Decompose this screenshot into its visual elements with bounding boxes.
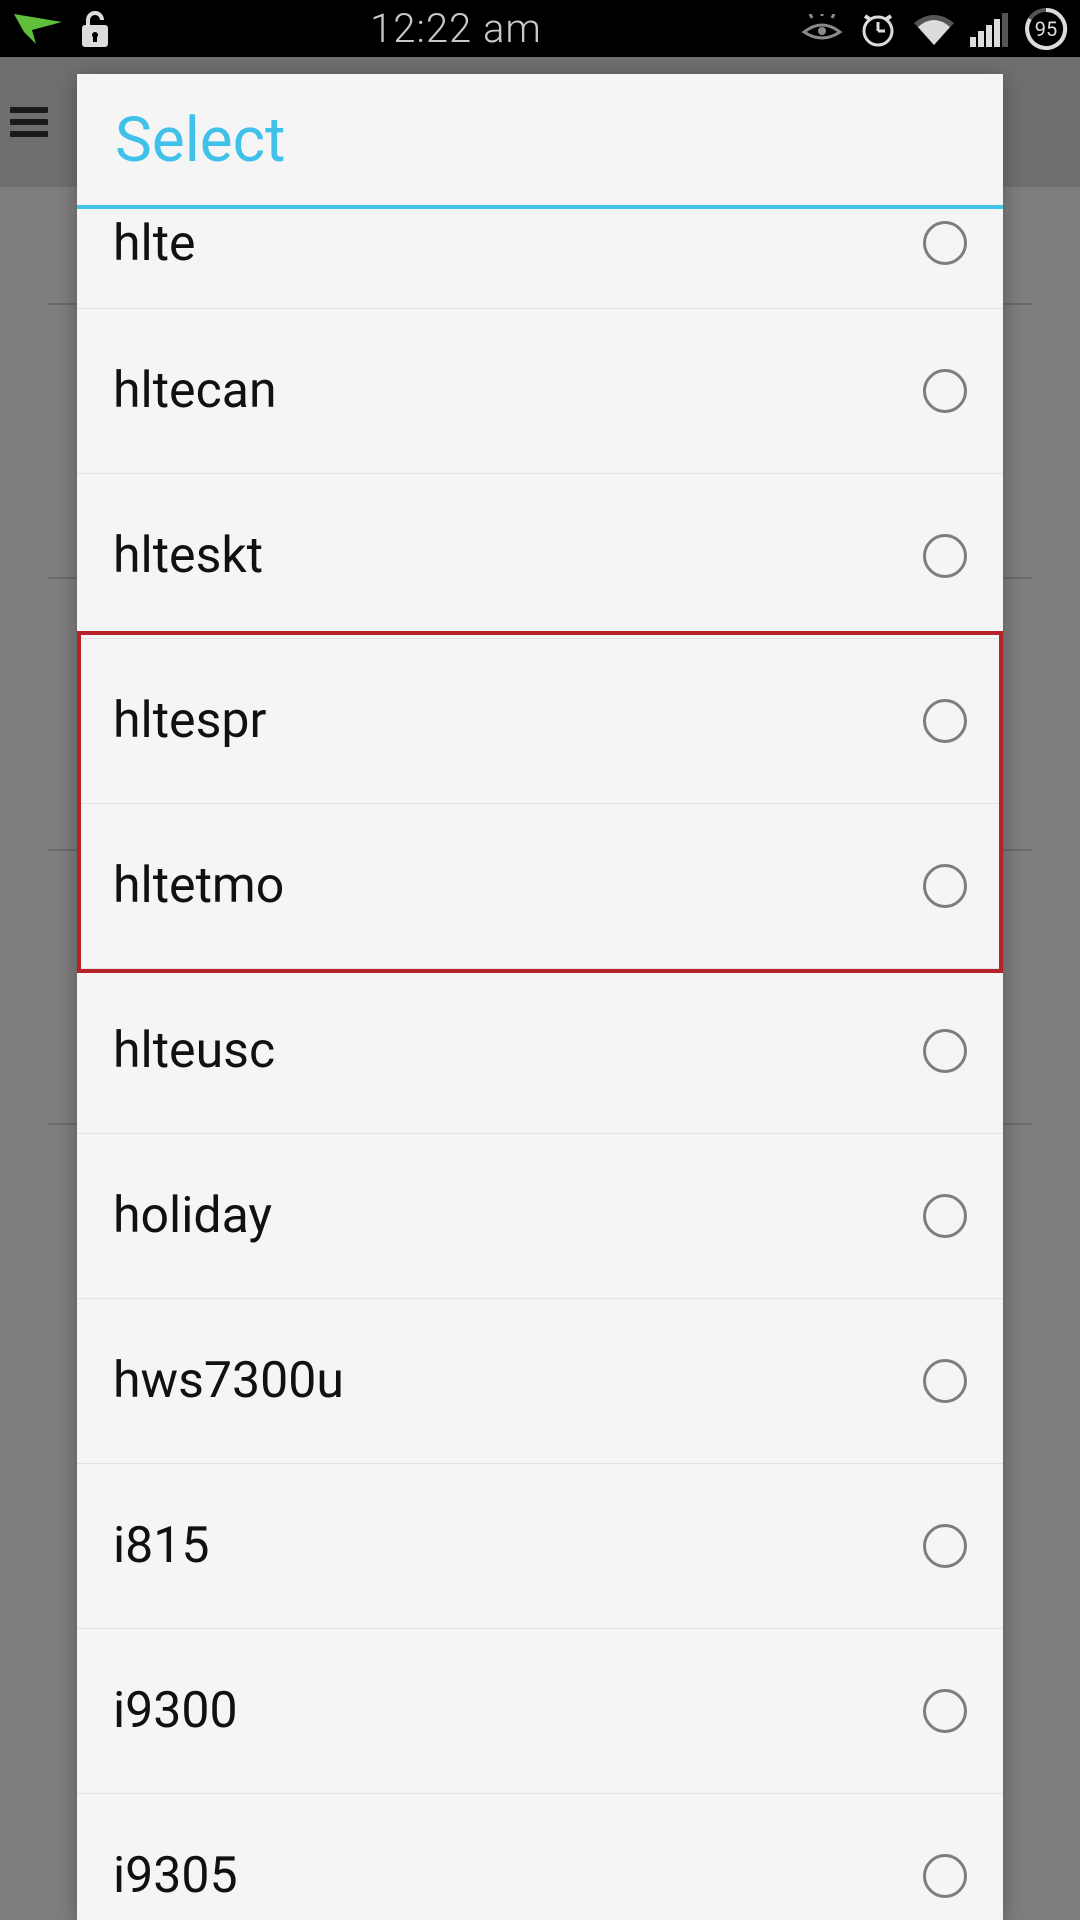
battery-percent: 95 [1024,7,1068,51]
list-item-label: hlte [113,215,196,273]
radio-icon[interactable] [923,369,967,413]
radio-icon[interactable] [923,864,967,908]
radio-icon[interactable] [923,534,967,578]
wifi-icon [912,11,956,47]
list-item-label: i815 [113,1517,209,1575]
list-item-label: i9300 [113,1682,238,1740]
list-item[interactable]: i9300 [77,1629,1003,1794]
list-item[interactable]: hlteusc [77,969,1003,1134]
radio-icon[interactable] [923,1029,967,1073]
list-item-label: hltecan [113,362,277,420]
dialog-title: Select [77,74,1003,205]
alarm-icon [858,9,898,49]
list-item-label: hlteusc [113,1022,275,1080]
list-item[interactable]: hltecan [77,309,1003,474]
device-list[interactable]: hlte hltecan hlteskt hltespr hltetmo hlteusc h… [77,209,1003,1920]
status-bar: 12:22 am [0,0,1080,57]
airdroid-icon [12,12,64,46]
list-item-label: i9305 [113,1847,238,1905]
radio-icon[interactable] [923,1854,967,1898]
list-item-label: hws7300u [113,1352,344,1410]
select-dialog: Select hltehltecanhlteskthltesprhltetmoh… [77,74,1003,1920]
list-item[interactable]: i9305 [77,1794,1003,1920]
list-item[interactable]: hlte [77,209,1003,309]
radio-icon[interactable] [923,1194,967,1238]
radio-icon[interactable] [923,1359,967,1403]
signal-icon [970,11,1010,47]
list-item[interactable]: i815 [77,1464,1003,1629]
list-item-label: hltetmo [113,857,284,915]
eye-icon [800,14,844,44]
status-time: 12:22 am [112,5,800,52]
list-item-label: hltespr [113,692,266,750]
list-item-label: hlteskt [113,527,263,585]
radio-icon[interactable] [923,699,967,743]
radio-icon[interactable] [923,221,967,265]
list-item[interactable]: holiday [77,1134,1003,1299]
radio-icon[interactable] [923,1524,967,1568]
list-item[interactable]: hltespr [77,639,1003,804]
list-item-label: holiday [113,1187,272,1245]
hamburger-icon [10,107,48,137]
list-item[interactable]: hltetmo [77,804,1003,969]
list-item[interactable]: hlteskt [77,474,1003,639]
unlock-icon [78,9,112,49]
list-item[interactable]: hws7300u [77,1299,1003,1464]
radio-icon[interactable] [923,1689,967,1733]
battery-icon: 95 [1024,7,1068,51]
